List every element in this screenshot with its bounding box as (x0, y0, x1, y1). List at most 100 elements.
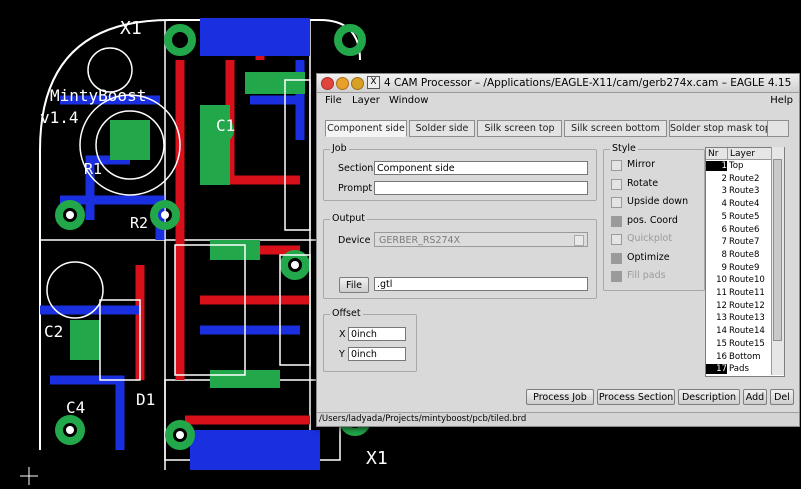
section-input[interactable]: Component side (374, 161, 588, 175)
layer-name: Route15 (729, 338, 765, 349)
layer-name: Route9 (729, 262, 760, 273)
label-d1: D1 (136, 390, 156, 409)
style-checkbox-mirror[interactable] (611, 160, 622, 171)
device-value: GERBER_RS274X (379, 235, 461, 246)
tab-silk-screen-top[interactable]: Silk screen top (477, 120, 562, 137)
offset-x-input[interactable]: 0inch (348, 327, 406, 341)
del-button[interactable]: Del (770, 389, 794, 405)
label-r2: R2 (130, 214, 149, 232)
style-option-label: Mirror (627, 159, 655, 170)
layer-number: 10 (716, 275, 727, 286)
layer-number: 15 (716, 338, 727, 349)
style-option-label: pos. Coord (627, 214, 678, 226)
layer-header-nr[interactable]: Nr (706, 148, 728, 160)
layer-name: Route2 (729, 173, 760, 184)
layer-name: Route7 (729, 237, 760, 248)
layer-number: 4 (721, 199, 727, 210)
tab-silk-screen-bottom[interactable]: Silk screen bottom (564, 120, 667, 137)
layer-name: Top (729, 161, 744, 171)
label-mintyboost: MintyBoost (50, 86, 147, 105)
chevron-down-icon (574, 235, 584, 246)
device-label: Device (338, 235, 371, 246)
label-c1: C1 (216, 116, 236, 135)
layer-number: 8 (721, 249, 727, 260)
layer-name: Route5 (729, 211, 760, 222)
layer-number: 12 (716, 300, 727, 311)
layer-name: Route12 (729, 300, 765, 311)
prompt-label: Prompt (338, 183, 373, 194)
file-input[interactable]: .gtl (374, 277, 588, 291)
add-button[interactable]: Add (743, 389, 767, 405)
layer-name: Route10 (729, 275, 765, 286)
description-button[interactable]: Description (678, 389, 740, 405)
layer-number: 14 (716, 326, 727, 337)
window-titlebar[interactable]: X 4 CAM Processor – /Applications/EAGLE-… (317, 74, 799, 93)
label-c2: C2 (44, 322, 64, 341)
style-option-label: Rotate (627, 177, 659, 189)
layer-list-scrollbar[interactable] (771, 147, 784, 375)
layer-number: 5 (721, 211, 727, 222)
file-button[interactable]: File (339, 277, 369, 293)
offset-y-label: Y (339, 349, 345, 360)
style-option-label: Quickplot (627, 233, 673, 244)
prompt-input[interactable] (374, 181, 588, 195)
job-group-label: Job (330, 143, 349, 154)
device-select[interactable]: GERBER_RS274X (374, 232, 588, 247)
layer-name: Route13 (729, 313, 765, 324)
style-checkbox-fill-pads (611, 271, 622, 282)
menu-help[interactable]: Help (770, 95, 793, 106)
layer-number: 3 (721, 186, 727, 197)
layer-header-layer[interactable]: Layer (728, 148, 772, 160)
layer-number: 7 (721, 237, 727, 248)
section-label: Section (338, 163, 374, 174)
layer-number: 1 (706, 161, 727, 171)
style-checkbox-upside-down[interactable] (611, 197, 622, 208)
layer-number: 17 (706, 364, 727, 375)
style-option-label: Optimize (627, 251, 670, 263)
style-group-label: Style (610, 143, 638, 154)
window-title: 4 CAM Processor – /Applications/EAGLE-X1… (384, 77, 792, 89)
offset-group: Offset (323, 308, 417, 372)
style-option-label: Upside down (627, 196, 689, 207)
zoom-button[interactable] (351, 77, 364, 90)
layer-name: Route11 (729, 288, 765, 298)
layer-number: 11 (716, 288, 727, 298)
label-c4: C4 (66, 398, 86, 417)
label-x1-bottom: X1 (366, 448, 388, 469)
layer-name: Bottom (729, 351, 761, 362)
menu-file[interactable]: File (325, 95, 342, 106)
layer-number: 6 (721, 224, 727, 235)
minimize-button[interactable] (336, 77, 349, 90)
output-group-label: Output (330, 213, 367, 224)
style-checkbox-rotate[interactable] (611, 178, 622, 190)
layer-number: 2 (721, 173, 727, 184)
tab-solder-side[interactable]: Solder side (409, 120, 475, 137)
menu-window[interactable]: Window (389, 95, 428, 106)
label-version: v1.4 (40, 108, 79, 127)
label-r1: R1 (84, 160, 103, 178)
layer-name: Route8 (729, 249, 760, 260)
menubar: File Layer Window Help (317, 93, 799, 109)
scrollbar-thumb[interactable] (773, 159, 782, 341)
layer-number: 13 (716, 313, 727, 324)
style-checkbox-optimize[interactable] (611, 252, 622, 264)
style-checkbox-pos-coord[interactable] (611, 215, 622, 227)
menu-layer[interactable]: Layer (352, 95, 380, 106)
close-button[interactable] (321, 77, 334, 90)
tab-scroll-arrows[interactable] (767, 120, 789, 137)
process-job-button[interactable]: Process Job (526, 389, 594, 405)
label-x1-top: X1 (120, 18, 142, 39)
layer-name: Pads (729, 364, 749, 375)
layer-name: Route14 (729, 326, 765, 337)
layer-name: Route4 (729, 199, 760, 210)
style-checkbox-quickplot (611, 234, 622, 245)
tab-component-side[interactable]: Component side (325, 120, 407, 137)
board-file-path: /Users/ladyada/Projects/mintyboost/pcb/t… (319, 414, 527, 424)
offset-y-input[interactable]: 0inch (348, 347, 406, 361)
x11-icon: X (367, 76, 380, 89)
offset-group-label: Offset (330, 308, 363, 319)
tab-solder-stop-mask-top[interactable]: Solder stop mask top (669, 120, 772, 137)
process-section-button[interactable]: Process Section (597, 389, 675, 405)
style-option-label: Fill pads (627, 270, 666, 281)
layer-name: Route6 (729, 224, 760, 235)
